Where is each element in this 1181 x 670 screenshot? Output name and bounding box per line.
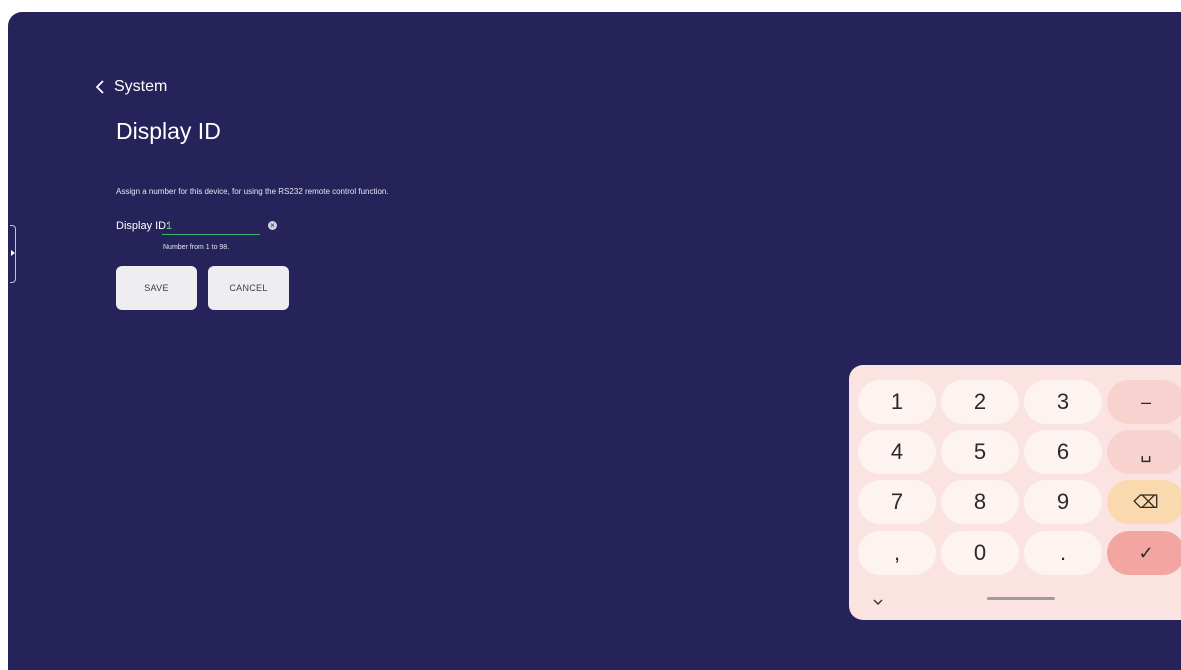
key-2[interactable]: 2 <box>941 380 1019 424</box>
page-title: Display ID <box>116 118 221 144</box>
key-3[interactable]: 3 <box>1024 380 1102 424</box>
chevron-left-icon <box>96 80 104 94</box>
key-8[interactable]: 8 <box>941 480 1019 524</box>
key-9[interactable]: 9 <box>1024 480 1102 524</box>
key-0[interactable]: 0 <box>941 531 1019 575</box>
page-description: Assign a number for this device, for usi… <box>116 187 389 196</box>
key-comma[interactable]: , <box>858 531 936 575</box>
back-button[interactable]: System <box>96 78 167 96</box>
key-backspace[interactable]: ⌫ <box>1107 480 1181 524</box>
display-id-hint: Number from 1 to 98. <box>163 244 230 251</box>
side-panel-handle[interactable] <box>10 225 16 283</box>
back-label: System <box>114 78 168 95</box>
key-4[interactable]: 4 <box>858 430 936 474</box>
key-space[interactable]: ␣ <box>1107 430 1181 474</box>
cancel-button[interactable]: CANCEL <box>208 266 289 310</box>
save-button[interactable]: SAVE <box>116 266 197 310</box>
key-7[interactable]: 7 <box>858 480 936 524</box>
key-period[interactable]: . <box>1024 531 1102 575</box>
key-1[interactable]: 1 <box>858 380 936 424</box>
key-minus[interactable]: – <box>1107 380 1181 424</box>
keyboard-drag-handle[interactable] <box>987 597 1055 600</box>
clear-icon[interactable]: × <box>268 221 277 230</box>
display-id-input[interactable] <box>162 219 260 235</box>
key-confirm[interactable]: ✓ <box>1107 531 1181 575</box>
key-5[interactable]: 5 <box>941 430 1019 474</box>
key-6[interactable]: 6 <box>1024 430 1102 474</box>
triangle-right-icon <box>11 250 15 256</box>
numeric-keypad: 1 2 3 – 4 5 6 ␣ 7 8 9 ⌫ , 0 . ✓ <box>849 365 1181 620</box>
chevron-down-icon[interactable] <box>873 594 883 608</box>
